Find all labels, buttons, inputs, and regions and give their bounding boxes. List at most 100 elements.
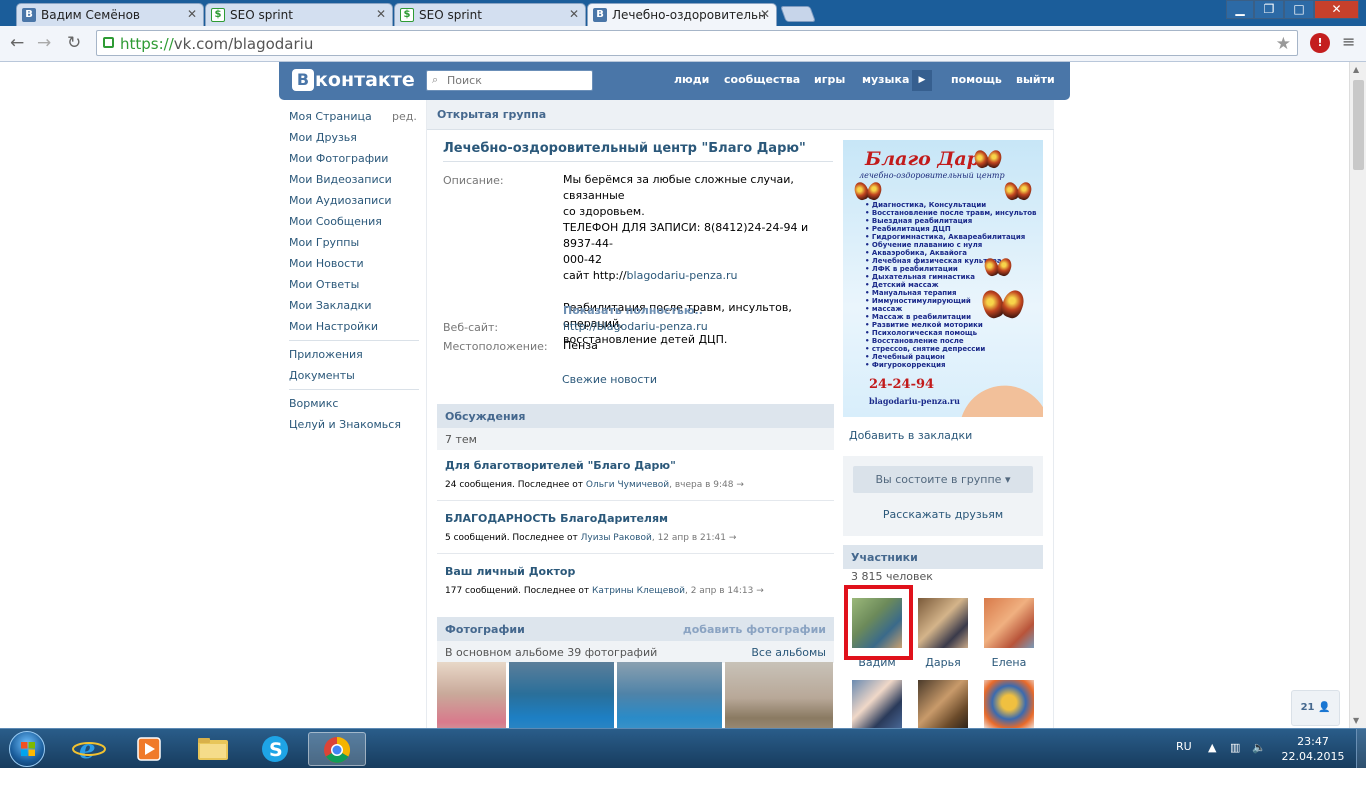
discussion-time[interactable]: , вчера в 9:48 bbox=[669, 480, 733, 490]
volume-icon[interactable]: 🔈 bbox=[1252, 741, 1266, 754]
menu-answers[interactable]: Мои Ответы bbox=[289, 278, 359, 291]
all-albums-link[interactable]: Все альбомы bbox=[751, 646, 826, 659]
menu-edit-link[interactable]: ред. bbox=[392, 110, 417, 123]
system-clock[interactable]: 23:47 22.04.2015 bbox=[1278, 734, 1348, 764]
menu-bookmarks[interactable]: Мои Закладки bbox=[289, 299, 371, 312]
menu-apps[interactable]: Приложения bbox=[289, 348, 363, 361]
menu-news[interactable]: Мои Новости bbox=[289, 257, 364, 270]
close-icon[interactable]: ✕ bbox=[187, 7, 197, 21]
members-count[interactable]: 3 815 человек bbox=[851, 570, 933, 583]
vk-logo[interactable]: Вконтакте bbox=[292, 69, 415, 91]
maximize-button[interactable]: □ bbox=[1284, 0, 1314, 19]
language-indicator[interactable]: RU bbox=[1176, 740, 1192, 753]
network-icon[interactable]: ▥ bbox=[1230, 741, 1240, 754]
chrome-icon[interactable] bbox=[308, 732, 366, 766]
menu-my-page[interactable]: Моя Страница bbox=[289, 110, 372, 123]
member-avatar[interactable] bbox=[852, 680, 902, 728]
file-explorer-icon[interactable] bbox=[186, 732, 242, 766]
minimize-button[interactable]: ▁ bbox=[1226, 0, 1254, 19]
tray-expand-icon[interactable]: ▲ bbox=[1208, 741, 1216, 754]
nav-music[interactable]: музыка bbox=[862, 73, 909, 86]
back-icon[interactable]: ← bbox=[10, 33, 24, 53]
add-photos-link[interactable]: добавить фотографии bbox=[683, 623, 826, 636]
member-avatar[interactable] bbox=[918, 680, 968, 728]
website-link[interactable]: http://blagodariu-penza.ru bbox=[563, 319, 833, 335]
discussion-author[interactable]: Луизы Раковой bbox=[581, 533, 652, 543]
scroll-down-icon[interactable]: ▼ bbox=[1353, 716, 1359, 725]
member-name[interactable]: Дарья bbox=[908, 656, 978, 669]
menu-messages[interactable]: Мои Сообщения bbox=[289, 215, 382, 228]
show-desktop-button[interactable] bbox=[1356, 729, 1366, 769]
arrow-right-icon[interactable]: → bbox=[736, 480, 744, 490]
browser-tab[interactable]: $ SEO sprint ✕ bbox=[394, 3, 586, 26]
skype-icon[interactable]: S bbox=[248, 732, 304, 766]
menu-icon[interactable]: ≡ bbox=[1342, 34, 1358, 50]
media-player-icon[interactable] bbox=[122, 732, 178, 766]
menu-groups[interactable]: Мои Группы bbox=[289, 236, 359, 249]
scroll-up-icon[interactable]: ▲ bbox=[1353, 65, 1359, 74]
members-header[interactable]: Участники bbox=[843, 545, 1043, 569]
add-bookmark-link[interactable]: Добавить в закладки bbox=[849, 429, 972, 442]
address-bar[interactable]: https://vk.com/blagodariu ★ bbox=[96, 30, 1298, 56]
nav-logout[interactable]: выйти bbox=[1016, 73, 1055, 86]
menu-settings[interactable]: Мои Настройки bbox=[289, 320, 378, 333]
arrow-right-icon[interactable]: → bbox=[729, 533, 737, 543]
restore-button[interactable]: ❐ bbox=[1254, 0, 1284, 19]
photo-thumbnail[interactable] bbox=[617, 662, 722, 728]
menu-videos[interactable]: Мои Видеозаписи bbox=[289, 173, 392, 186]
member-avatar[interactable] bbox=[984, 598, 1034, 648]
discussion-title[interactable]: Для благотворителей "Благо Дарю" bbox=[445, 459, 676, 472]
discussion-title[interactable]: БЛАГОДАРНОСТЬ БлагоДарителям bbox=[445, 512, 668, 525]
photo-thumbnail[interactable] bbox=[509, 662, 614, 728]
close-icon[interactable]: ✕ bbox=[376, 7, 386, 21]
browser-tab[interactable]: $ SEO sprint ✕ bbox=[205, 3, 393, 26]
close-icon[interactable]: ✕ bbox=[569, 7, 579, 21]
extension-icon[interactable]: ! bbox=[1310, 33, 1330, 53]
new-tab-button[interactable] bbox=[780, 6, 816, 22]
internet-explorer-icon[interactable]: e bbox=[63, 732, 119, 766]
fresh-news-link[interactable]: Свежие новости bbox=[562, 373, 657, 386]
nav-games[interactable]: игры bbox=[814, 73, 845, 86]
show-more-link[interactable]: Показать полностью.. bbox=[563, 304, 703, 317]
forward-icon[interactable]: → bbox=[37, 33, 51, 53]
menu-friends[interactable]: Мои Друзья bbox=[289, 131, 357, 144]
browser-tab[interactable]: В Вадим Семёнов ✕ bbox=[16, 3, 204, 26]
member-avatar[interactable] bbox=[984, 680, 1034, 728]
search-input[interactable]: ⌕ Поиск bbox=[426, 70, 593, 91]
discussion-author[interactable]: Ольги Чумичевой bbox=[586, 480, 669, 490]
arrow-right-icon[interactable]: → bbox=[756, 586, 764, 596]
chat-button[interactable]: 21 👤 bbox=[1291, 690, 1340, 726]
nav-communities[interactable]: сообщества bbox=[724, 73, 800, 86]
start-button[interactable] bbox=[9, 731, 45, 767]
photo-thumbnail[interactable] bbox=[437, 662, 506, 728]
browser-tab-active[interactable]: В Лечебно-оздоровительн ✕ bbox=[587, 3, 777, 26]
menu-docs[interactable]: Документы bbox=[289, 369, 355, 382]
menu-app-kiss[interactable]: Целуй и Знакомься bbox=[289, 418, 401, 431]
menu-audio[interactable]: Мои Аудиозаписи bbox=[289, 194, 392, 207]
description-site-link[interactable]: blagodariu-penza.ru bbox=[627, 269, 738, 282]
menu-app-wormix[interactable]: Вормикс bbox=[289, 397, 338, 410]
seosprint-icon: $ bbox=[211, 8, 225, 22]
nav-people[interactable]: люди bbox=[674, 73, 709, 86]
member-avatar[interactable] bbox=[918, 598, 968, 648]
photo-thumbnail[interactable] bbox=[725, 662, 833, 728]
reload-icon[interactable]: ↻ bbox=[67, 33, 81, 53]
discussions-header[interactable]: Обсуждения bbox=[437, 404, 834, 428]
discussion-time[interactable]: , 2 апр в 14:13 bbox=[685, 586, 753, 596]
discussion-author[interactable]: Катрины Клещевой bbox=[592, 586, 685, 596]
scroll-thumb[interactable] bbox=[1353, 80, 1364, 170]
discussion-time[interactable]: , 12 апр в 21:41 bbox=[652, 533, 726, 543]
menu-photos[interactable]: Мои Фотографии bbox=[289, 152, 388, 165]
tell-friends-link[interactable]: Расскажать друзьям bbox=[843, 508, 1043, 521]
close-icon[interactable]: ✕ bbox=[760, 7, 770, 21]
play-icon[interactable]: ▶ bbox=[912, 70, 932, 91]
nav-help[interactable]: помощь bbox=[951, 73, 1002, 86]
member-status-button[interactable]: Вы состоите в группе ▾ bbox=[853, 466, 1033, 493]
group-avatar-poster[interactable]: Благо Дарю лечебно-оздоровительный центр… bbox=[843, 140, 1043, 417]
photos-header[interactable]: Фотографии добавить фотографии bbox=[437, 617, 834, 641]
bookmark-star-icon[interactable]: ★ bbox=[1276, 34, 1291, 54]
vertical-scrollbar[interactable]: ▲ ▼ bbox=[1349, 62, 1366, 728]
close-window-button[interactable]: ✕ bbox=[1314, 0, 1359, 19]
discussion-title[interactable]: Ваш личный Доктор bbox=[445, 565, 575, 578]
member-name[interactable]: Елена bbox=[974, 656, 1044, 669]
